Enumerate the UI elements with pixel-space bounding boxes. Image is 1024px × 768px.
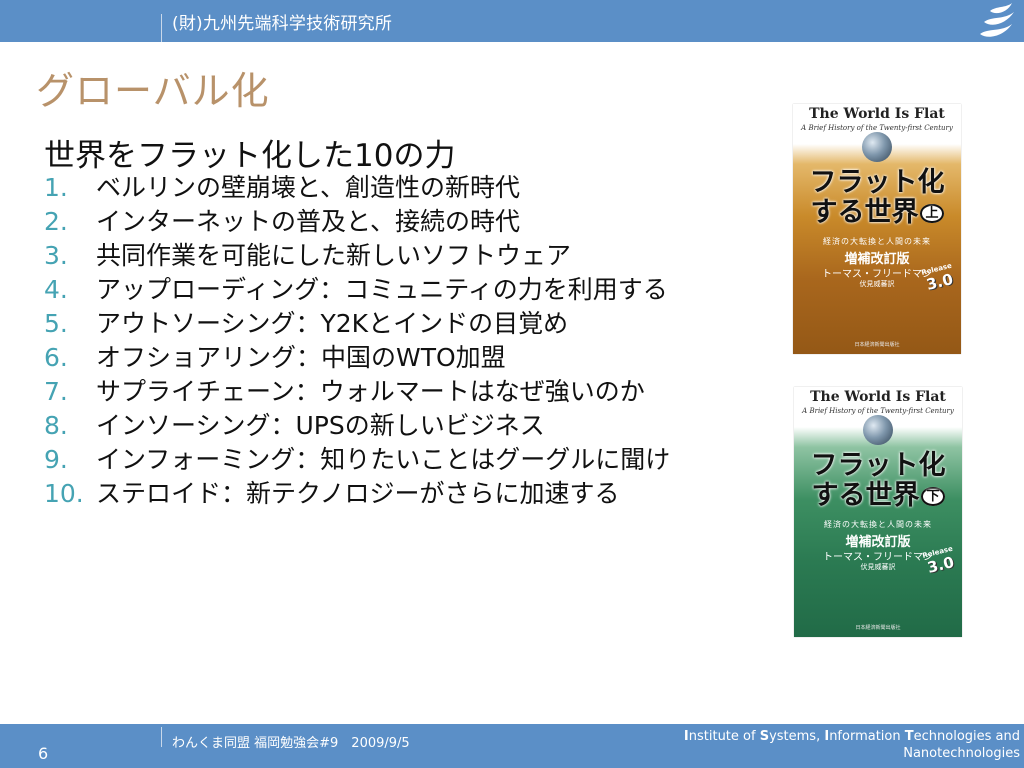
book-publisher: 日本経済新聞出版社 <box>854 342 900 348</box>
item-number: 10. <box>44 479 84 508</box>
item-text: 共同作業を可能にした新しいソフトウェア <box>96 241 572 270</box>
institute-initial: T <box>904 729 914 744</box>
book-title-jp: フラット化 する世界下 <box>798 451 958 512</box>
slide-title: グローバル化 <box>36 69 270 113</box>
institute-text: ystems, <box>769 729 825 744</box>
list-item: 4. アップローディング：コミュニティの力を利用する <box>44 273 670 307</box>
book-subtitle-en: A Brief History of the Twenty-first Cent… <box>802 407 954 415</box>
page-number: 6 <box>38 744 49 763</box>
item-text: アウトソーシング：Y2Kとインドの目覚め <box>96 309 569 338</box>
globe-icon <box>863 415 893 445</box>
volume-mark: 下 <box>921 486 945 506</box>
list-item: 2. インターネットの普及と、接続の時代 <box>44 205 670 239</box>
institute-text: nformation <box>829 729 905 744</box>
book-title-jp-line2: する世界 <box>810 197 919 228</box>
list-item: 1. ベルリンの壁崩壊と、創造性の新時代 <box>44 171 670 205</box>
item-number: 8. <box>44 411 68 440</box>
header-organization: (財)九州先端科学技術研究所 <box>172 14 393 34</box>
item-text: ベルリンの壁崩壊と、創造性の新時代 <box>96 173 521 202</box>
book-title-en: The World Is Flat <box>809 106 945 122</box>
list-item: 7. サプライチェーン：ウォルマートはなぜ強いのか <box>44 375 670 409</box>
slide-subtitle: 世界をフラット化した10の力 <box>44 138 456 174</box>
item-number: 2. <box>44 207 68 236</box>
release-badge: Release 3.0 <box>921 544 959 581</box>
item-text: オフショアリング：中国のWTO加盟 <box>96 343 506 372</box>
item-number: 6. <box>44 343 68 372</box>
release-badge: Release 3.0 <box>920 261 958 298</box>
list-item: 9. インフォーミング：知りたいことはグーグルに聞け <box>44 443 670 477</box>
list-item: 6. オフショアリング：中国のWTO加盟 <box>44 341 670 375</box>
institute-line2: Nanotechnologies <box>903 746 1020 761</box>
item-number: 1. <box>44 173 68 202</box>
footer-institute: Institute of Systems, Information Techno… <box>640 728 1020 762</box>
footer-event: わんくま同盟 福岡勉強会#9 2009/9/5 <box>172 736 410 751</box>
forces-list: 1. ベルリンの壁崩壊と、創造性の新時代 2. インターネットの普及と、接続の時代 … <box>44 171 670 511</box>
book-title-jp-line2: する世界 <box>811 480 920 511</box>
book-title-jp-line1: フラット化 <box>810 450 946 481</box>
item-text: ステロイド：新テクノロジーがさらに加速する <box>96 479 620 508</box>
book-publisher: 日本経済新聞出版社 <box>855 625 901 631</box>
book-title-jp-line1: フラット化 <box>809 167 945 198</box>
book-cover-volume-1: The World Is Flat A Brief History of the… <box>793 104 961 354</box>
item-text: アップローディング：コミュニティの力を利用する <box>96 275 668 304</box>
list-item: 10. ステロイド：新テクノロジーがさらに加速する <box>44 477 670 511</box>
item-number: 5. <box>44 309 68 338</box>
book-title-jp: フラット化 する世界上 <box>797 168 957 229</box>
book-subtitle-en: A Brief History of the Twenty-first Cent… <box>801 124 953 132</box>
footer-divider <box>161 727 162 747</box>
book-title-en: The World Is Flat <box>810 389 946 405</box>
book-tagline: 経済の大転換と人間の未来 <box>823 237 931 246</box>
item-number: 3. <box>44 241 68 270</box>
item-text: インターネットの普及と、接続の時代 <box>96 207 521 236</box>
header-divider <box>161 14 162 42</box>
isit-logo-icon <box>980 3 1014 37</box>
item-text: インフォーミング：知りたいことはグーグルに聞け <box>96 445 671 474</box>
book-tagline: 経済の大転換と人間の未来 <box>824 520 932 529</box>
institute-initial: S <box>759 729 770 744</box>
book-cover-volume-2: The World Is Flat A Brief History of the… <box>794 387 962 637</box>
institute-text: nstitute of <box>688 729 760 744</box>
list-item: 5. アウトソーシング：Y2Kとインドの目覚め <box>44 307 670 341</box>
item-number: 9. <box>44 445 68 474</box>
globe-icon <box>862 132 892 162</box>
list-item: 8. インソーシング：UPSの新しいビジネス <box>44 409 670 443</box>
header-bar <box>0 0 1024 42</box>
item-number: 7. <box>44 377 68 406</box>
institute-text: echnologies and <box>913 729 1020 744</box>
volume-mark: 上 <box>920 203 944 223</box>
item-number: 4. <box>44 275 68 304</box>
item-text: サプライチェーン：ウォルマートはなぜ強いのか <box>96 377 645 406</box>
item-text: インソーシング：UPSの新しいビジネス <box>96 411 545 440</box>
list-item: 3. 共同作業を可能にした新しいソフトウェア <box>44 239 670 273</box>
